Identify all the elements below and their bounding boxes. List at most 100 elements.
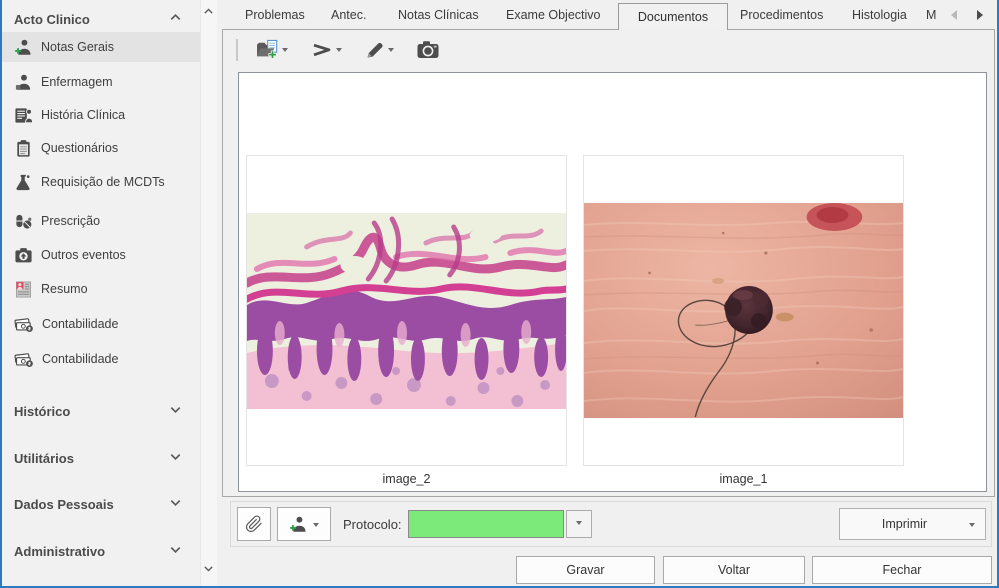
sidebar-item-enfermagem[interactable]: Enfermagem xyxy=(2,67,200,97)
sidebar-section-acto-clinico[interactable]: Acto Clinico xyxy=(2,6,200,32)
tab-label: Documentos xyxy=(638,10,708,24)
close-button-label: Fechar xyxy=(883,563,922,577)
tab-scroll-right-icon[interactable] xyxy=(977,10,983,20)
camera-upload-icon xyxy=(14,246,33,265)
sidebar-item-notas-gerais[interactable]: Notas Gerais xyxy=(2,32,200,62)
print-button[interactable]: Imprimir xyxy=(839,508,986,540)
sidebar-item-label: Notas Gerais xyxy=(41,40,114,54)
tab-antec[interactable]: Antec. xyxy=(331,8,366,22)
sidebar-section-utilitarios[interactable]: Utilitários xyxy=(2,445,200,471)
person-add-icon xyxy=(289,515,308,534)
save-button-label: Gravar xyxy=(566,563,604,577)
summary-doc-icon xyxy=(14,280,33,299)
sidebar-item-resumo[interactable]: Resumo xyxy=(2,274,200,304)
scanner-icon xyxy=(311,40,333,60)
toolbar-grip[interactable] xyxy=(236,39,238,61)
save-button[interactable]: Gravar xyxy=(516,556,655,584)
pills-icon xyxy=(14,212,33,231)
sidebar-nav: Acto Clinico Notas Gerais Enfermagem His… xyxy=(2,0,200,586)
protocol-bar: Protocolo: Imprimir xyxy=(230,501,992,547)
tab-procedimentos[interactable]: Procedimentos xyxy=(740,8,823,22)
sidebar-section-administrativo[interactable]: Administrativo xyxy=(2,538,200,564)
sidebar-item-label: Contabilidade xyxy=(42,317,118,331)
tab-documentos-active[interactable]: Documentos xyxy=(618,3,728,30)
skin-mole-image xyxy=(584,203,903,418)
tab-histologia[interactable]: Histologia xyxy=(852,8,907,22)
protocol-field[interactable] xyxy=(408,510,564,538)
back-button[interactable]: Voltar xyxy=(663,556,805,584)
dropdown-caret-icon xyxy=(388,48,394,55)
sidebar-section-label: Dados Pessoais xyxy=(14,497,114,512)
sidebar-scrollbar[interactable] xyxy=(200,0,217,586)
sidebar-item-questionarios[interactable]: Questionários xyxy=(2,133,200,163)
documents-content-panel: image_2 xyxy=(238,72,987,492)
scroll-down-icon[interactable] xyxy=(202,562,215,580)
sidebar-section-label: Acto Clinico xyxy=(14,12,90,27)
sidebar-item-label: Outros eventos xyxy=(41,248,126,262)
chevron-down-icon xyxy=(168,495,183,513)
sidebar-item-label: Questionários xyxy=(41,141,118,155)
annotate-button[interactable] xyxy=(360,36,399,64)
histology-slide-image xyxy=(247,213,566,409)
dropdown-caret-icon xyxy=(282,48,288,55)
sidebar-item-label: Prescrição xyxy=(41,214,100,228)
tab-exame-objectivo[interactable]: Exame Objectivo xyxy=(506,8,600,22)
dropdown-caret-icon xyxy=(969,523,975,530)
tab-notas-clinicas[interactable]: Notas Clínicas xyxy=(398,8,479,22)
flask-icon xyxy=(14,173,33,192)
document-thumbnail-image2[interactable] xyxy=(246,155,567,466)
stamp-user-button[interactable] xyxy=(277,507,331,541)
sidebar-item-historia-clinica[interactable]: História Clínica xyxy=(2,100,200,130)
sidebar-section-historico[interactable]: Histórico xyxy=(2,398,200,424)
history-doc-icon xyxy=(14,106,33,125)
attach-file-button[interactable] xyxy=(237,507,271,541)
back-button-label: Voltar xyxy=(718,563,750,577)
sidebar-item-contabilidade-1[interactable]: Contabilidade xyxy=(2,309,200,339)
tab-strip: Problemas Antec. Notas Clínicas Exame Ob… xyxy=(222,0,997,29)
money-icon xyxy=(14,350,34,369)
dropdown-caret-icon xyxy=(576,521,582,528)
chevron-down-icon xyxy=(168,449,183,467)
chevron-down-icon xyxy=(168,402,183,420)
nurse-icon xyxy=(14,73,33,92)
close-button[interactable]: Fechar xyxy=(812,556,992,584)
sidebar-item-contabilidade-2[interactable]: Contabilidade xyxy=(2,344,200,374)
sidebar-section-label: Histórico xyxy=(14,404,70,419)
add-document-icon xyxy=(256,39,279,60)
sidebar-item-label: Contabilidade xyxy=(42,352,118,366)
tab-scroll-left-icon[interactable] xyxy=(951,10,957,20)
dropdown-caret-icon xyxy=(336,48,342,55)
document-label: image_2 xyxy=(246,472,567,486)
print-button-label: Imprimir xyxy=(840,517,969,531)
clinical-app-window: Acto Clinico Notas Gerais Enfermagem His… xyxy=(0,0,999,588)
tab-truncated[interactable]: M xyxy=(926,8,938,22)
document-label: image_1 xyxy=(583,472,904,486)
sidebar-item-prescricao[interactable]: Prescrição xyxy=(2,206,200,236)
documents-toolbar xyxy=(224,31,999,68)
tab-problemas[interactable]: Problemas xyxy=(245,8,305,22)
sidebar-item-outros-eventos[interactable]: Outros eventos xyxy=(2,240,200,270)
person-add-icon xyxy=(14,38,33,57)
sidebar-section-label: Utilitários xyxy=(14,451,74,466)
money-icon xyxy=(14,315,34,334)
chevron-down-icon xyxy=(168,542,183,560)
sidebar-section-label: Administrativo xyxy=(14,544,105,559)
sidebar-item-label: Enfermagem xyxy=(41,75,113,89)
sidebar-item-label: Requisição de MCDTs xyxy=(41,175,165,189)
protocol-dropdown-button[interactable] xyxy=(566,510,592,538)
dropdown-caret-icon xyxy=(313,523,319,530)
camera-icon xyxy=(417,40,439,59)
sidebar-item-label: História Clínica xyxy=(41,108,125,122)
add-document-button[interactable] xyxy=(251,35,293,64)
chevron-up-icon xyxy=(168,10,183,28)
document-thumbnail-image1[interactable] xyxy=(583,155,904,466)
scroll-up-icon[interactable] xyxy=(202,5,215,23)
sidebar-section-dados-pessoais[interactable]: Dados Pessoais xyxy=(2,491,200,517)
sidebar-item-requisicao-mcdts[interactable]: Requisição de MCDTs xyxy=(2,167,200,197)
scan-button[interactable] xyxy=(306,36,347,64)
pencil-icon xyxy=(365,40,385,60)
clipboard-icon xyxy=(14,139,33,158)
protocol-label: Protocolo: xyxy=(343,517,402,532)
take-photo-button[interactable] xyxy=(412,36,444,63)
paperclip-icon xyxy=(245,515,263,533)
